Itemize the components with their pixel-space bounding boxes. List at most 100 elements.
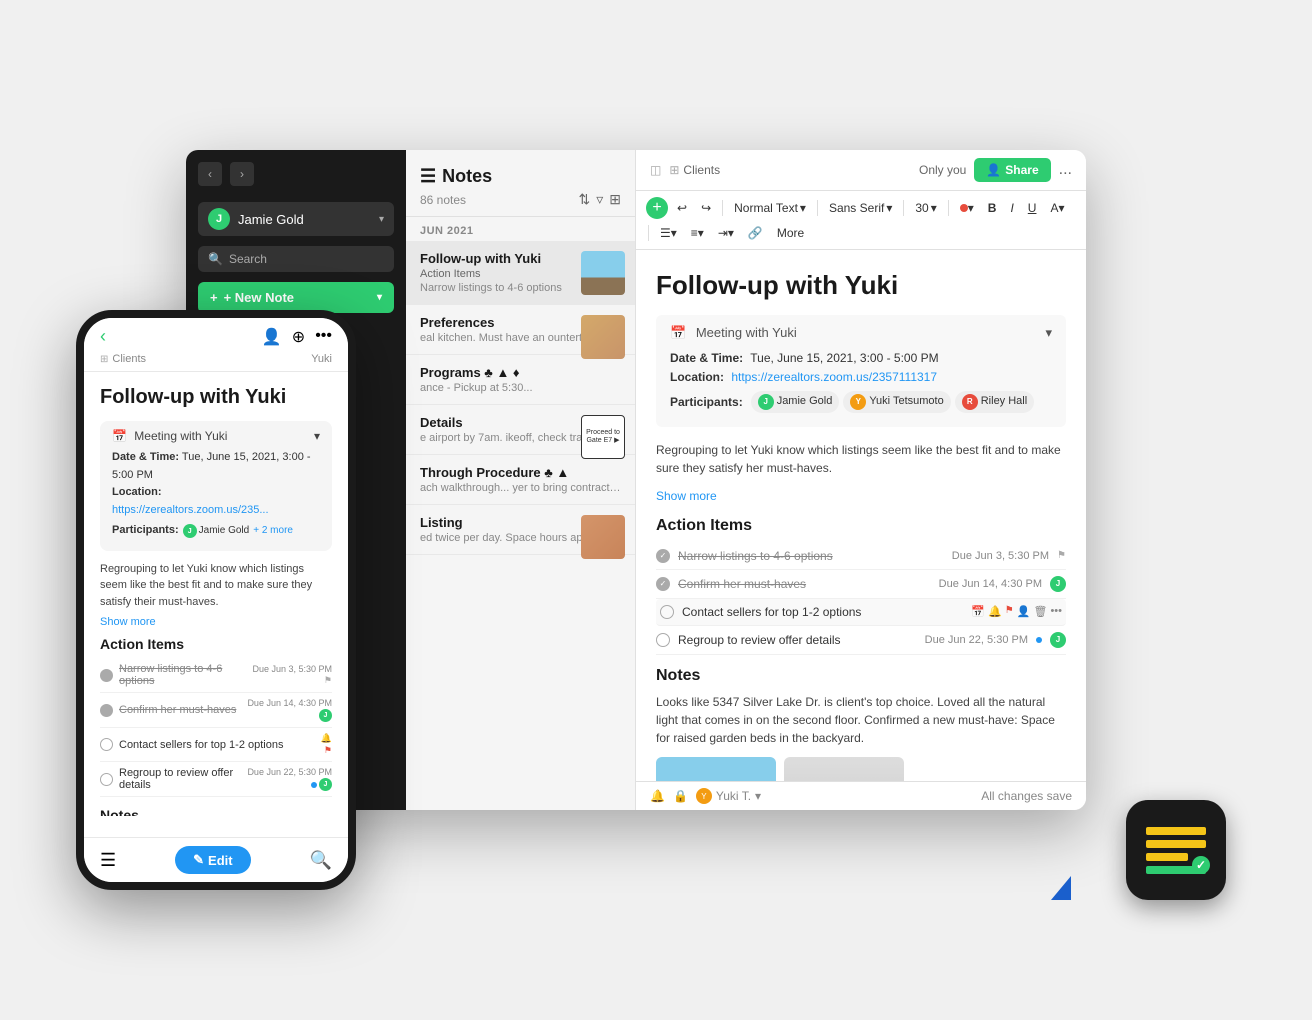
mobile-action-4-avatar: J	[319, 778, 332, 791]
mobile-action-item-4[interactable]: Regroup to review offer details Due Jun …	[100, 762, 332, 797]
mobile-content[interactable]: Follow-up with Yuki 📅 Meeting with Yuki …	[84, 372, 348, 816]
notes-icon: ☰	[420, 166, 436, 187]
mobile-action-4-due: Due Jun 22, 5:30 PM	[247, 767, 332, 777]
nav-forward-button[interactable]: ›	[230, 162, 254, 186]
mobile-meeting-header[interactable]: 📅 Meeting with Yuki ▾	[112, 429, 320, 443]
mobile-check-4[interactable]	[100, 773, 113, 786]
location-link[interactable]: https://zerealtors.zoom.us/2357111317	[731, 370, 937, 384]
mobile-show-more-link[interactable]: Show more	[100, 616, 332, 628]
mobile-status-bar: ‹ 👤 ⊕ •••	[84, 318, 348, 351]
mobile-meeting-block[interactable]: 📅 Meeting with Yuki ▾ Date & Time: Tue, …	[100, 421, 332, 551]
action-item-1-due: Due Jun 3, 5:30 PM	[952, 550, 1049, 562]
undo-button[interactable]: ↩	[672, 198, 692, 218]
mobile-location-link[interactable]: https://zerealtors.zoom.us/235...	[112, 504, 269, 516]
toolbar-sep-5	[648, 225, 649, 241]
indent-button[interactable]: ⇥▾	[713, 223, 739, 243]
mobile-check-3[interactable]	[100, 738, 113, 751]
action-item-3-bell-icon[interactable]: 🔔	[988, 605, 1002, 618]
mobile-action-2-due: Due Jun 14, 4:30 PM	[247, 698, 332, 708]
view-icon[interactable]: ⊞	[609, 191, 621, 208]
size-dropdown[interactable]: 30 ▾	[910, 199, 941, 217]
mobile-person-icon[interactable]: 👤	[262, 327, 282, 347]
mobile-participants: Participants: J Jamie Gold + 2 more	[112, 522, 320, 540]
note-item-3[interactable]: Programs ♣ ▲ ♦ ance - Pickup at 5:30...	[406, 355, 635, 405]
action-item-2-check[interactable]: ✓	[656, 577, 670, 591]
show-more-link[interactable]: Show more	[656, 489, 717, 503]
participant-avatar-r: R	[962, 394, 978, 410]
note-item-6-image	[581, 515, 625, 559]
meeting-block-header[interactable]: 📅 Meeting with Yuki ▾	[670, 325, 1052, 341]
user-name: Jamie Gold	[238, 212, 371, 227]
action-item-3-check[interactable]	[660, 605, 674, 619]
notes-count-label: 86 notes	[420, 193, 466, 207]
action-item-3-trash-icon[interactable]: 🗑	[1033, 605, 1047, 618]
list-button[interactable]: ☰▾	[655, 223, 682, 243]
more-toolbar-button[interactable]: More	[772, 223, 809, 243]
font-dropdown[interactable]: Sans Serif ▾	[824, 199, 897, 217]
action-item-1-flag-icon: ⚑	[1057, 550, 1066, 561]
triangle-decoration	[1051, 876, 1071, 900]
mobile-top-actions: 👤 ⊕ •••	[262, 327, 332, 347]
mobile-action-item-2[interactable]: Confirm her must-haves Due Jun 14, 4:30 …	[100, 693, 332, 728]
mobile-participants-label: Participants:	[112, 522, 179, 540]
meeting-block[interactable]: 📅 Meeting with Yuki ▾ Date & Time: Tue, …	[656, 315, 1066, 427]
app-icon-line-1	[1146, 827, 1206, 835]
mobile-share-icon[interactable]: ⊕	[292, 327, 305, 347]
text-style-chevron-icon: ▾	[800, 201, 806, 215]
bold-button[interactable]: B	[983, 198, 1002, 218]
color-picker-button[interactable]: ▾	[955, 198, 979, 218]
note-item-2[interactable]: Preferences eal kitchen. Must have an ou…	[406, 305, 635, 355]
action-item-3-flag-icon[interactable]: ⚑	[1005, 605, 1014, 618]
action-item-1[interactable]: ✓ Narrow listings to 4-6 options Due Jun…	[656, 543, 1066, 570]
action-item-3-calendar-icon[interactable]: 📅	[971, 605, 985, 618]
sort-icon[interactable]: ▿	[596, 191, 603, 208]
action-item-4[interactable]: Regroup to review offer details Due Jun …	[656, 626, 1066, 655]
user-row[interactable]: J Jamie Gold ▾	[198, 202, 394, 236]
mobile-edit-button[interactable]: ✎ Edit	[175, 846, 250, 874]
action-item-2[interactable]: ✓ Confirm her must-haves Due Jun 14, 4:3…	[656, 570, 1066, 599]
text-style-dropdown[interactable]: Normal Text ▾	[729, 199, 811, 217]
mobile-check-1[interactable]	[100, 669, 113, 682]
new-note-button[interactable]: + + New Note ▾	[198, 282, 394, 313]
new-note-label: + New Note	[224, 290, 294, 305]
action-item-3[interactable]: Contact sellers for top 1-2 options 📅 🔔 …	[656, 599, 1066, 626]
user-chevron-icon: ▾	[379, 214, 384, 225]
note-item-1[interactable]: Follow-up with Yuki Action Items Narrow …	[406, 241, 635, 305]
editor-content[interactable]: Follow-up with Yuki 📅 Meeting with Yuki …	[636, 250, 1086, 781]
filter-icon[interactable]: ⇅	[579, 191, 591, 208]
italic-button[interactable]: I	[1005, 198, 1018, 218]
note-item-5[interactable]: Through Procedure ♣ ▲ ach walkthrough...…	[406, 455, 635, 505]
breadcrumb-label: Clients	[683, 163, 720, 177]
search-icon: 🔍	[208, 252, 223, 266]
more-options-button[interactable]: ...	[1059, 161, 1072, 179]
toolbar-sep-4	[948, 200, 949, 216]
meeting-block-chevron-icon: ▾	[1045, 325, 1052, 341]
mobile-action-item-1[interactable]: Narrow listings to 4-6 options Due Jun 3…	[100, 658, 332, 693]
add-content-button[interactable]: +	[646, 197, 668, 219]
note-item-4[interactable]: Details e airport by 7am. ikeoff, check …	[406, 405, 635, 455]
share-button[interactable]: 👤 Share	[974, 158, 1050, 182]
new-note-icon: +	[210, 290, 218, 305]
sidebar-search[interactable]: 🔍 Search	[198, 246, 394, 272]
mobile-more-icon[interactable]: •••	[315, 327, 332, 347]
action-item-1-check[interactable]: ✓	[656, 549, 670, 563]
breadcrumb: ⊞ Clients	[669, 163, 911, 177]
underline-button[interactable]: U	[1023, 198, 1042, 218]
mobile-meeting-details: Date & Time: Tue, June 15, 2021, 3:00 - …	[112, 449, 320, 540]
mobile-menu-icon[interactable]: ☰	[100, 850, 116, 871]
nav-back-button[interactable]: ‹	[198, 162, 222, 186]
action-item-3-more-icon[interactable]: •••	[1050, 605, 1062, 618]
link-button[interactable]: 🔗	[743, 223, 768, 243]
mobile-back-button[interactable]: ‹	[100, 326, 106, 347]
mobile-search-icon[interactable]: 🔍	[310, 850, 332, 871]
ordered-list-button[interactable]: ≡▾	[686, 223, 709, 243]
action-item-4-check[interactable]	[656, 633, 670, 647]
highlight-button[interactable]: A▾	[1045, 198, 1069, 218]
note-item-6[interactable]: Listing ed twice per day. Space hours ap…	[406, 505, 635, 555]
redo-button[interactable]: ↪	[696, 198, 716, 218]
mobile-notes-title: Notes	[100, 807, 332, 816]
mobile-check-2[interactable]	[100, 704, 113, 717]
action-item-3-person-icon[interactable]: 👤	[1017, 605, 1031, 618]
mobile-action-item-3[interactable]: Contact sellers for top 1-2 options 🔔 ⚑	[100, 728, 332, 762]
author-dropdown[interactable]: Y Yuki T. ▾	[696, 788, 761, 804]
